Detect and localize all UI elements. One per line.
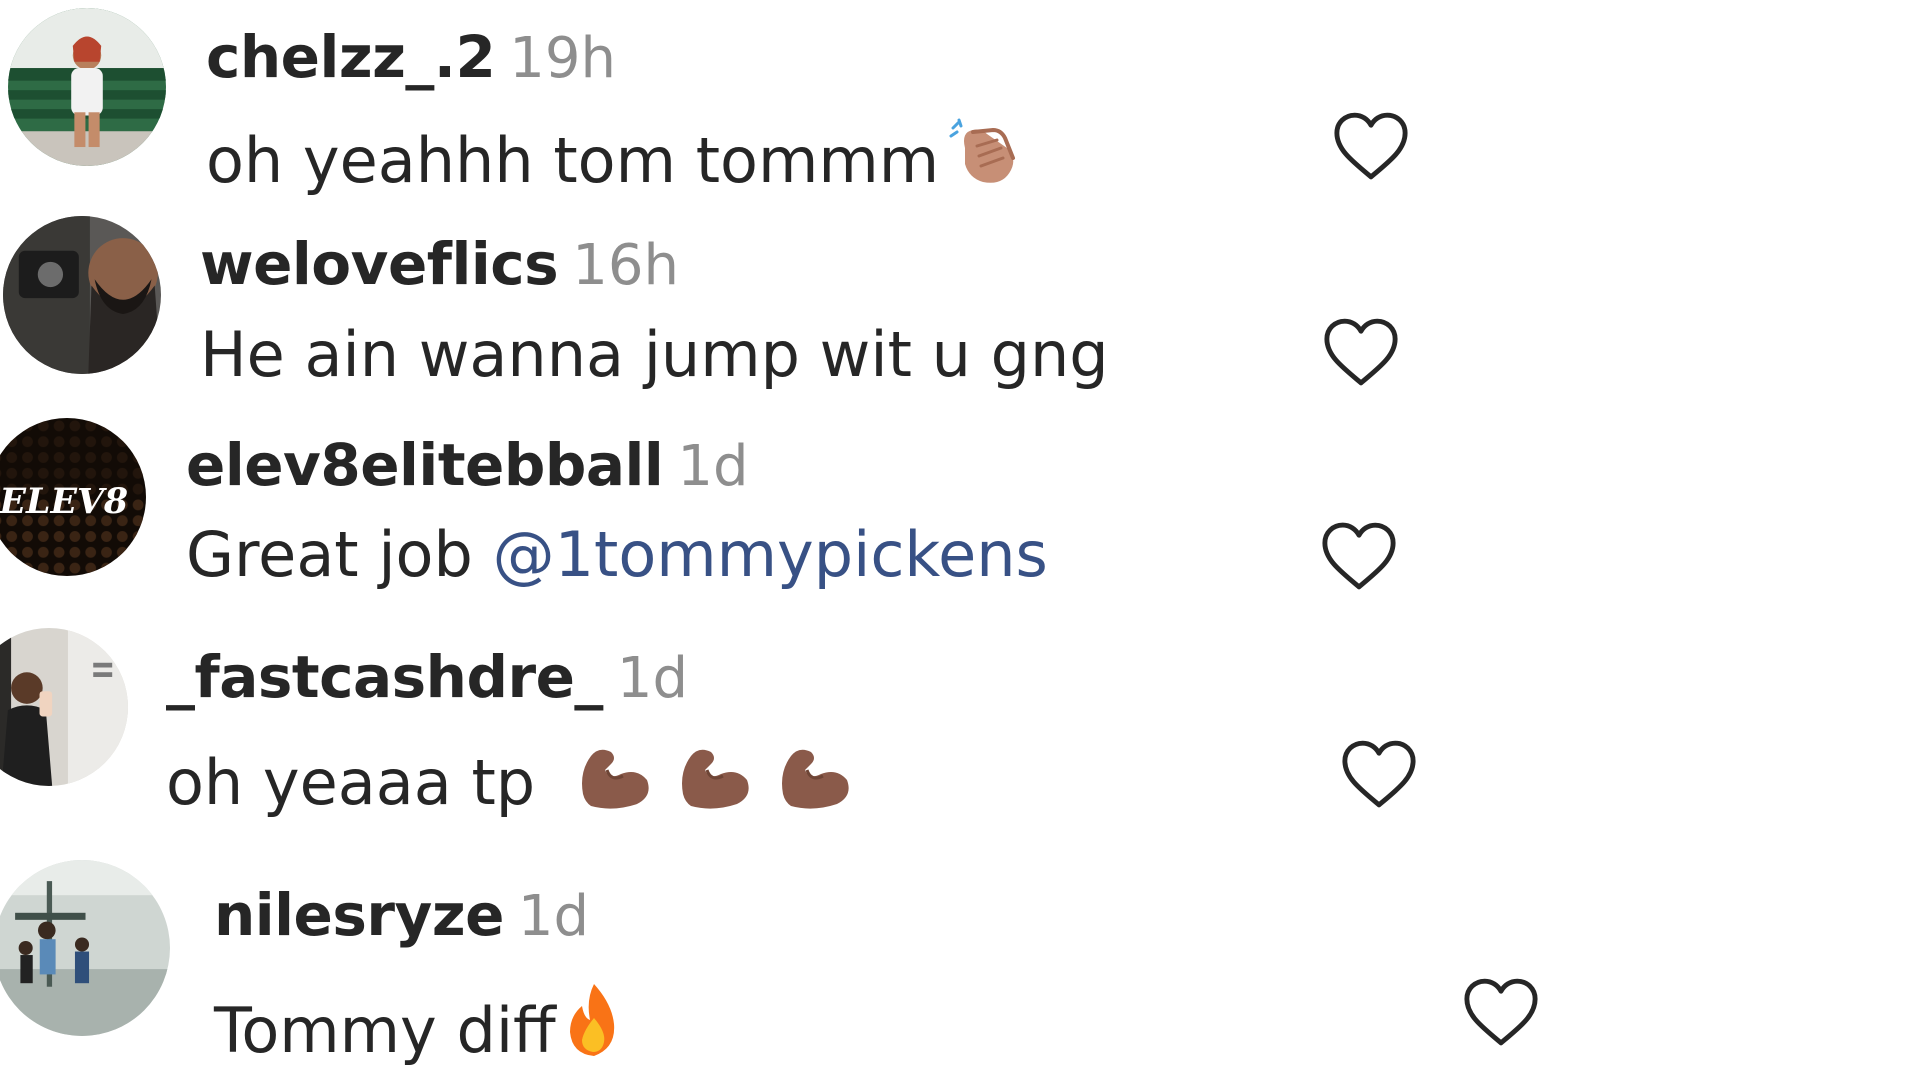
mention-link[interactable]: @1tommypickens (493, 518, 1048, 591)
timestamp[interactable]: 1d (617, 646, 688, 711)
comment-text: oh yeaaa tp (166, 740, 853, 814)
avatar-logo-text: ELEV8 (0, 481, 128, 522)
flexed-biceps-icon (577, 740, 653, 810)
heart-icon (1342, 740, 1416, 808)
username[interactable]: nilesryze (214, 881, 504, 949)
comment-header: weloveflics 16h (200, 235, 679, 294)
avatar-image (3, 216, 161, 374)
heart-icon (1464, 978, 1538, 1046)
timestamp[interactable]: 1d (518, 884, 589, 949)
avatar-image (0, 860, 170, 1036)
timestamp[interactable]: 16h (572, 233, 679, 298)
heart-icon (1322, 522, 1396, 590)
comment-body: Tommy diff (214, 994, 556, 1067)
comment-header: elev8elitebball 1d (186, 436, 749, 495)
like-button[interactable] (1340, 738, 1418, 810)
comment-body: He ain wanna jump wit u gng (200, 318, 1109, 391)
like-button[interactable] (1320, 520, 1398, 592)
timestamp[interactable]: 1d (677, 434, 748, 499)
username[interactable]: elev8elitebball (186, 431, 664, 499)
avatar[interactable] (0, 628, 128, 786)
avatar[interactable] (0, 860, 170, 1036)
comment-header: _fastcashdre_ 1d (166, 648, 688, 707)
avatar[interactable]: ELEV8 (0, 418, 146, 576)
comment-text: Tommy diff (214, 982, 622, 1062)
comment-text: He ain wanna jump wit u gng (200, 324, 1109, 386)
comment-body: Great job (186, 518, 493, 591)
heart-icon (1324, 318, 1398, 386)
like-button[interactable] (1322, 316, 1400, 388)
comment-item: nilesryze 1d Tommy diff (0, 0, 1920, 1062)
like-button[interactable] (1462, 976, 1540, 1048)
username[interactable]: _fastcashdre_ (166, 643, 603, 711)
flexed-biceps-icon (677, 740, 753, 810)
comment-text: Great job @1tommypickens (186, 524, 1048, 586)
username[interactable]: weloveflics (200, 230, 559, 298)
comment-header: nilesryze 1d (214, 886, 589, 945)
flexed-biceps-icon (777, 740, 853, 810)
avatar[interactable] (3, 216, 161, 374)
avatar-image (0, 628, 128, 786)
avatar-image: ELEV8 (0, 418, 146, 576)
fire-icon (564, 982, 622, 1058)
comment-body: oh yeaaa tp (166, 746, 536, 819)
